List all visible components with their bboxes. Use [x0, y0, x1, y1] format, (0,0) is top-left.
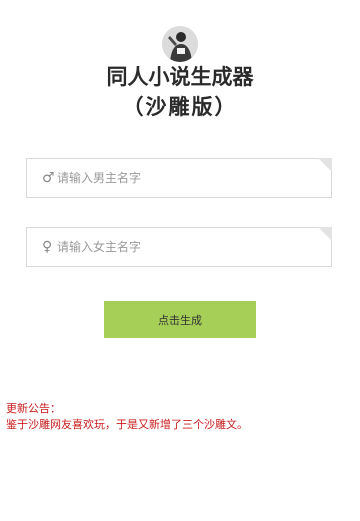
field-corner-decoration — [318, 158, 332, 172]
avatar — [162, 26, 198, 62]
generate-button[interactable]: 点击生成 — [104, 301, 256, 338]
page-title: 同人小说生成器 — [106, 65, 254, 89]
notice-body: 鉴于沙雕网友喜欢玩，于是又新增了三个沙雕文。 — [6, 418, 248, 431]
avatar-image — [162, 26, 198, 62]
male-symbol-icon: ♂ — [42, 170, 55, 186]
female-name-input[interactable] — [57, 228, 317, 266]
update-notice: 更新公告： 鉴于沙雕网友喜欢玩，于是又新增了三个沙雕文。 — [6, 401, 356, 433]
female-symbol-icon: ♀ — [42, 239, 53, 255]
page-subtitle: （沙雕版） — [122, 95, 238, 119]
male-name-input[interactable] — [57, 159, 317, 197]
notice-heading: 更新公告： — [6, 402, 61, 415]
female-name-field[interactable]: ♀ — [26, 227, 332, 267]
field-corner-decoration — [318, 227, 332, 241]
male-name-field[interactable]: ♂ — [26, 158, 332, 198]
